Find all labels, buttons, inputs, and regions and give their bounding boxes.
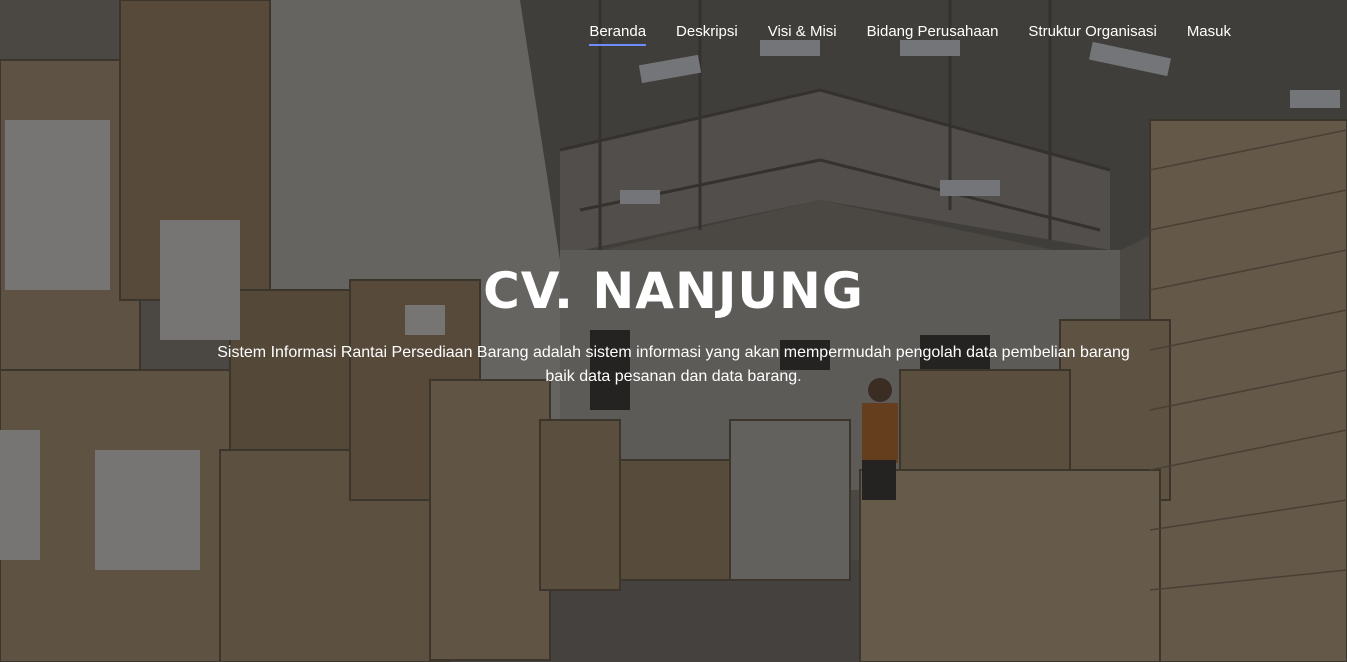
nav-link-beranda[interactable]: Beranda [574,20,661,46]
nav-link-deskripsi[interactable]: Deskripsi [661,20,753,44]
company-description: Sistem Informasi Rantai Persediaan Baran… [217,344,1130,385]
main-navigation: Beranda Deskripsi Visi & Misi Bidang Per… [574,20,1246,46]
company-title: CV. NANJUNG [483,262,864,320]
nav-link-struktur-organisasi[interactable]: Struktur Organisasi [1013,20,1171,44]
nav-link-visi-misi[interactable]: Visi & Misi [753,20,852,44]
hero-section: Beranda Deskripsi Visi & Misi Bidang Per… [0,0,1347,662]
nav-link-bidang-perusahaan[interactable]: Bidang Perusahaan [852,20,1014,44]
nav-link-masuk[interactable]: Masuk [1172,20,1246,44]
hero-content: CV. NANJUNG Sistem Informasi Rantai Pers… [0,258,1347,389]
